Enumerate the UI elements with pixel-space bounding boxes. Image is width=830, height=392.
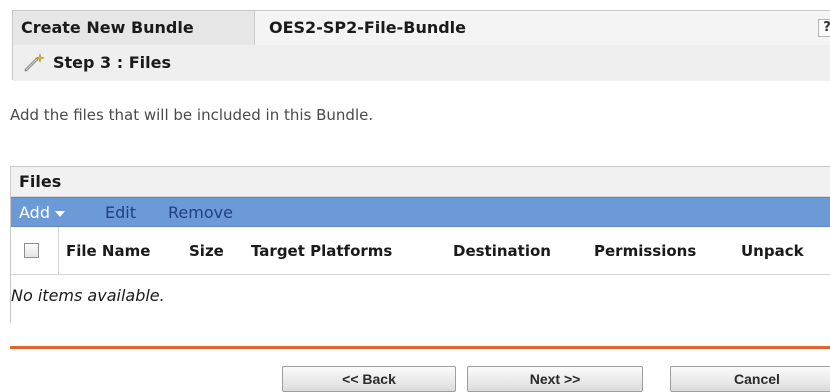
help-button[interactable]: ? bbox=[818, 19, 830, 37]
edit-button[interactable]: Edit bbox=[105, 198, 136, 228]
files-table-header: File Name Size Target Platforms Destinat… bbox=[11, 227, 830, 275]
wizard-header: Create New Bundle OES2-SP2-File-Bundle ?… bbox=[12, 10, 830, 81]
column-header-destination[interactable]: Destination bbox=[453, 227, 551, 275]
bundle-name: OES2-SP2-File-Bundle bbox=[255, 11, 830, 45]
select-all-cell bbox=[11, 227, 59, 275]
step-title: Step 3 : Files bbox=[53, 53, 171, 72]
wizard-title-row: Create New Bundle OES2-SP2-File-Bundle ? bbox=[13, 11, 830, 45]
remove-button[interactable]: Remove bbox=[168, 198, 233, 228]
add-label: Add bbox=[19, 203, 50, 222]
cancel-button[interactable]: Cancel bbox=[670, 366, 830, 392]
caret-down-icon bbox=[54, 210, 65, 217]
column-header-permissions[interactable]: Permissions bbox=[594, 227, 696, 275]
files-panel-title: Files bbox=[11, 167, 830, 197]
add-dropdown-button[interactable]: Add bbox=[19, 198, 65, 228]
column-header-size[interactable]: Size bbox=[189, 227, 224, 275]
wizard-label: Create New Bundle bbox=[13, 11, 255, 45]
files-panel: Files Add Edit Remove File Name Size Tar… bbox=[10, 166, 830, 323]
column-header-unpack[interactable]: Unpack bbox=[741, 227, 804, 275]
empty-list-message: No items available. bbox=[11, 276, 830, 323]
instructions-text: Add the files that will be included in t… bbox=[10, 106, 374, 124]
back-button[interactable]: << Back bbox=[282, 366, 456, 392]
footer-divider bbox=[10, 346, 830, 349]
wand-icon bbox=[24, 53, 45, 72]
column-header-file-name[interactable]: File Name bbox=[66, 227, 150, 275]
wizard-step-row: Step 3 : Files bbox=[13, 45, 830, 81]
files-toolbar: Add Edit Remove bbox=[11, 197, 830, 227]
column-header-target-platforms[interactable]: Target Platforms bbox=[251, 227, 392, 275]
select-all-checkbox[interactable] bbox=[24, 243, 39, 258]
next-button[interactable]: Next >> bbox=[467, 366, 643, 392]
